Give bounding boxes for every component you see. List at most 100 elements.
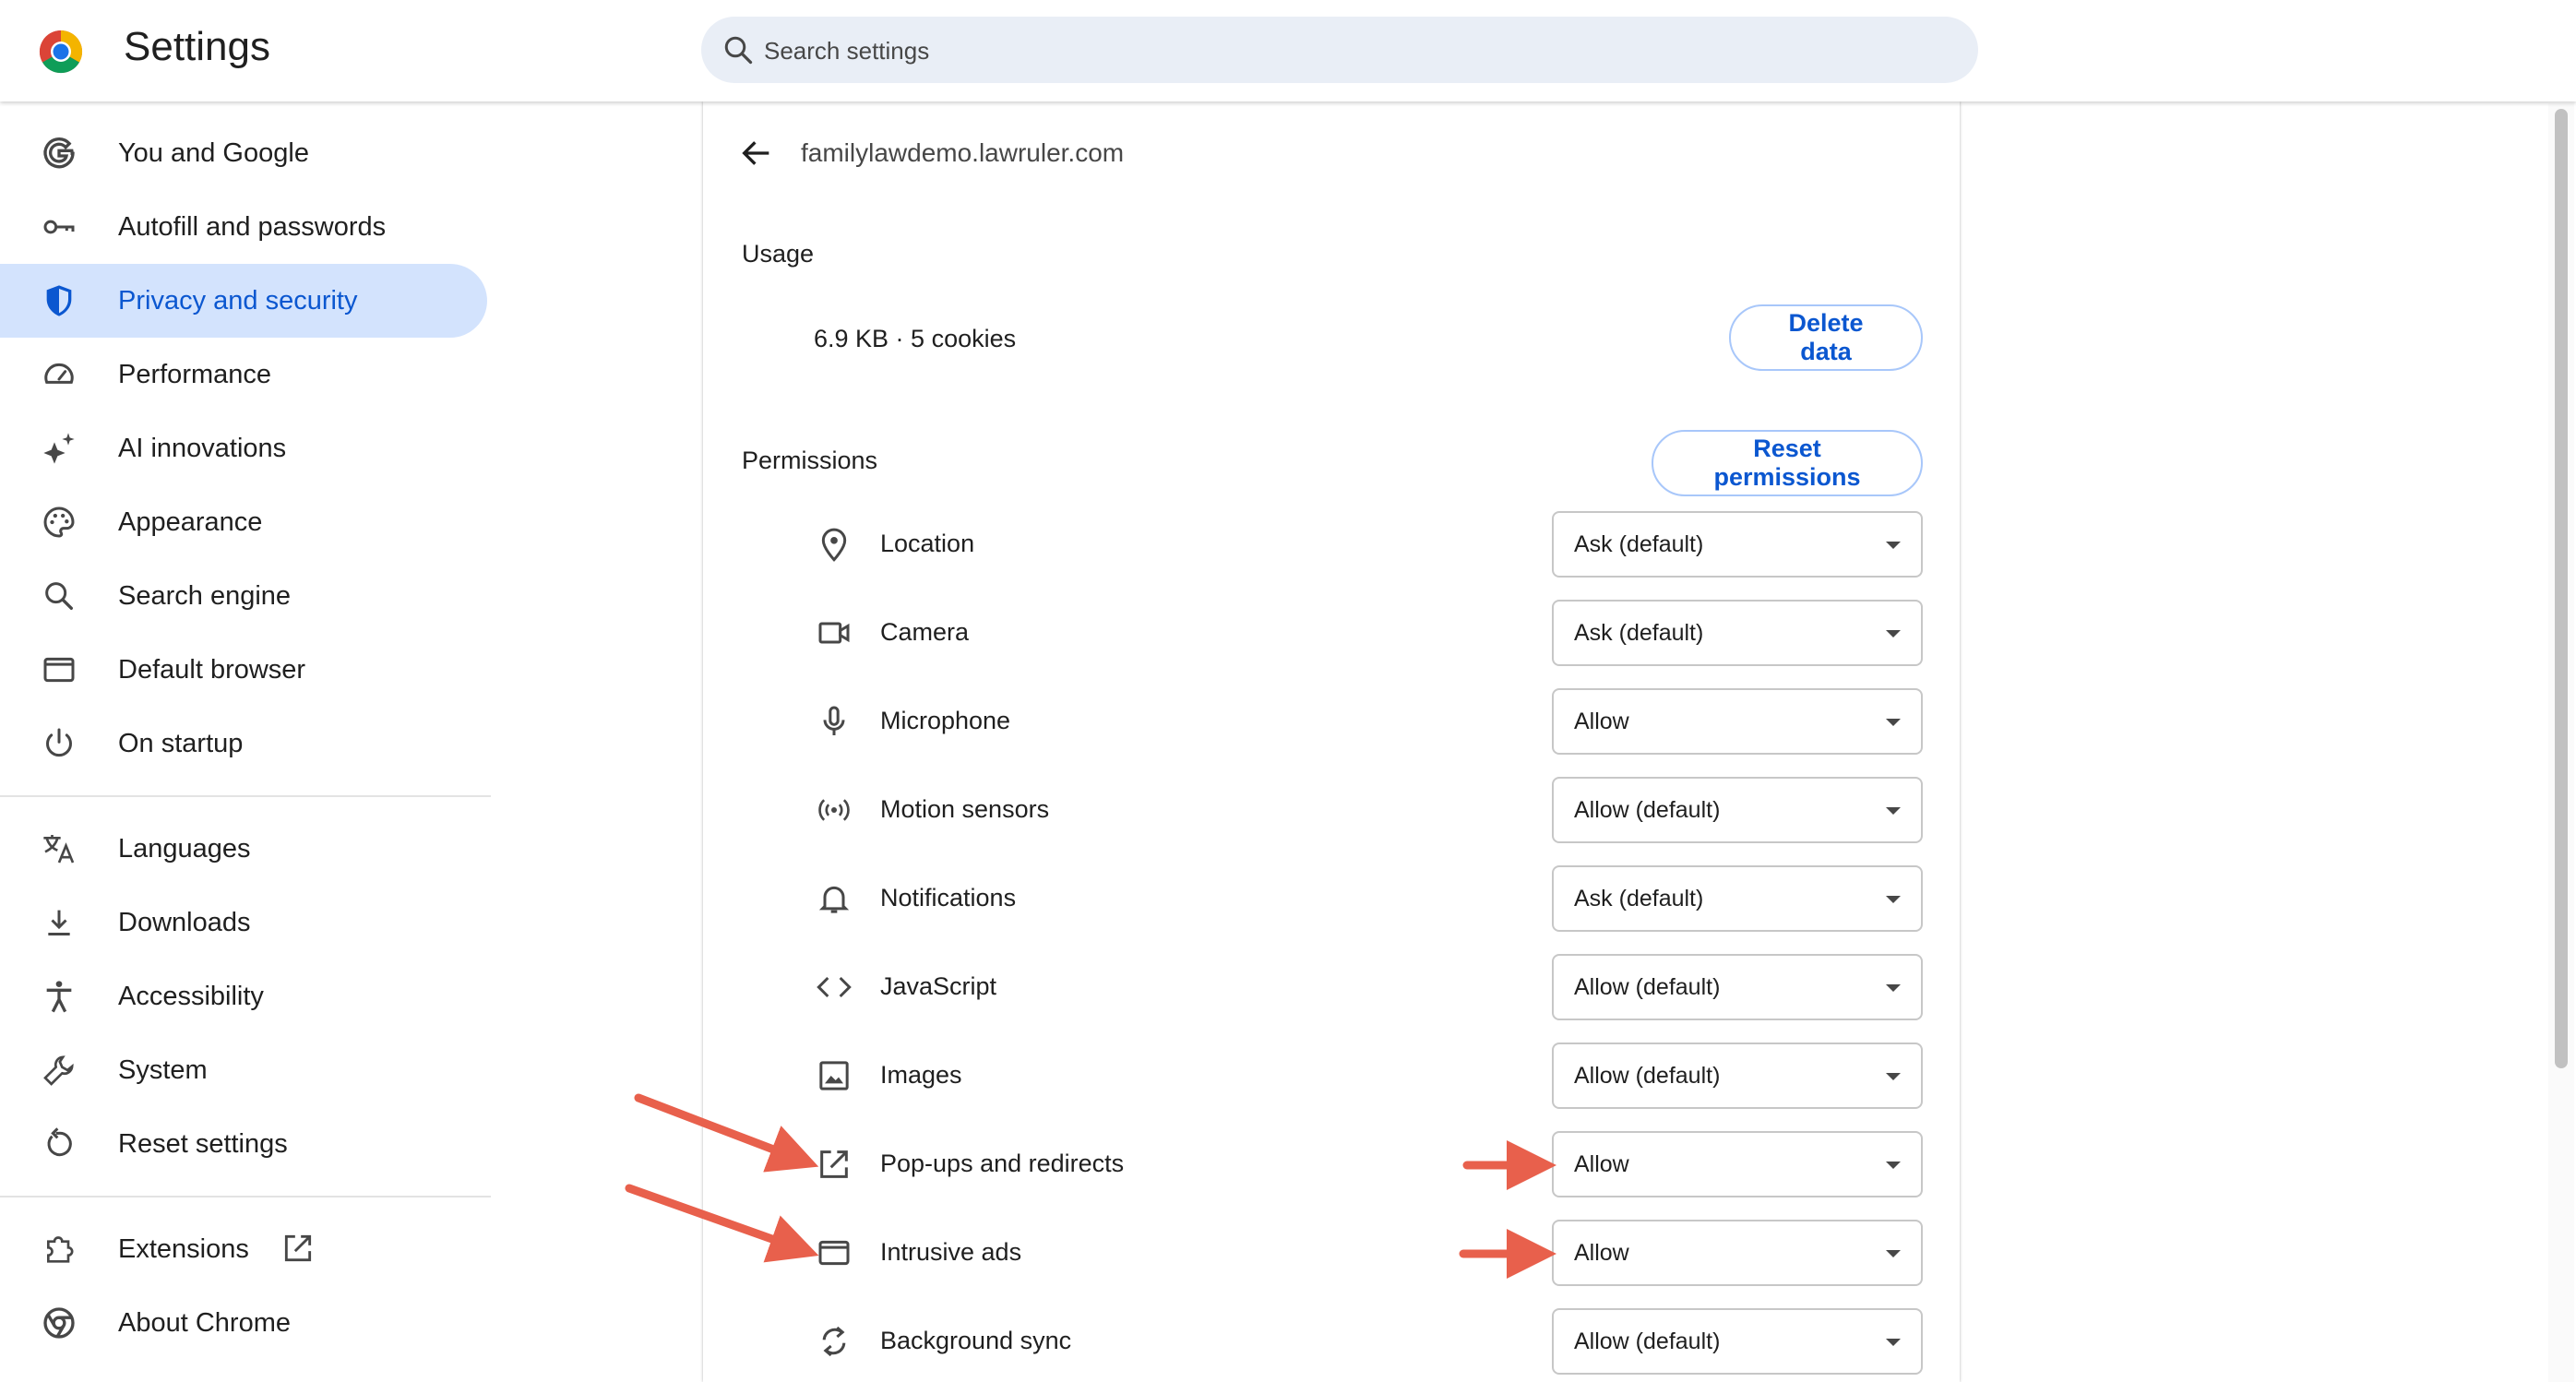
chevron-down-icon [1886,1073,1901,1080]
image-icon [819,1061,849,1090]
chevron-down-icon [1886,1162,1901,1169]
permission-select-intrusive-ads[interactable]: Allow [1552,1220,1923,1286]
sidebar-item-label: About Chrome [118,1308,291,1338]
sidebar-item-performance[interactable]: Performance [0,338,487,411]
sidebar-item-on-startup[interactable]: On startup [0,707,487,780]
permission-select-motion-sensors[interactable]: Allow (default) [1552,777,1923,843]
location-pin-icon [821,528,847,562]
sidebar-item-label: Languages [118,834,251,864]
open-external-icon [820,1150,848,1178]
sidebar-item-downloads[interactable]: Downloads [0,886,487,959]
sidebar-item-label: On startup [118,729,244,758]
search-icon [45,582,74,610]
permission-row-notifications: Notifications Ask (default) [703,854,1960,943]
ad-window-icon [818,1240,850,1266]
select-value: Allow [1574,709,1629,734]
scrollbar-thumb[interactable] [2555,109,2568,1068]
permission-select-microphone[interactable]: Allow [1552,688,1923,755]
permission-select-camera[interactable]: Ask (default) [1552,600,1923,666]
search-icon [724,36,753,65]
delete-data-button[interactable]: Delete data [1729,304,1923,371]
permission-select-popups[interactable]: Allow [1552,1131,1923,1197]
chevron-down-icon [1886,896,1901,903]
sidebar-item-label: Performance [118,360,272,389]
sidebar-item-accessibility[interactable]: Accessibility [0,959,487,1033]
sidebar-item-extensions[interactable]: Extensions [0,1212,487,1286]
permission-select-location[interactable]: Ask (default) [1552,511,1923,578]
power-icon [46,728,72,757]
select-value: Ask (default) [1574,620,1704,646]
site-origin: familylawdemo.lawruler.com [801,138,1125,167]
chevron-down-icon [1886,630,1901,637]
select-value: Allow (default) [1574,797,1721,823]
sparkle-icon [43,433,75,464]
sidebar-item-autofill[interactable]: Autofill and passwords [0,190,487,264]
permission-label: Microphone [880,707,1011,734]
speedometer-icon [44,363,74,384]
permission-select-images[interactable]: Allow (default) [1552,1042,1923,1109]
chevron-down-icon [1886,984,1901,992]
permission-row-images: Images Allow (default) [703,1031,1960,1120]
sync-icon [822,1326,846,1357]
sidebar-item-label: AI innovations [118,434,287,463]
sidebar-item-label: Appearance [118,507,263,537]
sidebar-item-reset-settings[interactable]: Reset settings [0,1107,487,1181]
permission-label: Notifications [880,884,1017,911]
sidebar-item-privacy-security[interactable]: Privacy and security [0,264,487,338]
permission-row-intrusive-ads: Intrusive ads Allow [703,1209,1960,1297]
chevron-down-icon [1886,719,1901,726]
chevron-down-icon [1886,542,1901,549]
sidebar-item-label: Default browser [118,655,306,685]
open-external-icon [284,1234,312,1262]
permission-row-microphone: Microphone Allow [703,677,1960,766]
camera-icon [818,622,850,644]
sidebar-item-system[interactable]: System [0,1033,487,1107]
sidebar-item-appearance[interactable]: Appearance [0,485,487,559]
sidebar-item-label: Autofill and passwords [118,212,387,242]
permissions-heading: Permissions [742,447,878,474]
permission-select-javascript[interactable]: Allow (default) [1552,954,1923,1020]
reset-icon [47,1127,72,1157]
sidebar-item-about-chrome[interactable]: About Chrome [0,1286,487,1360]
chevron-down-icon [1886,1250,1901,1257]
search-input[interactable]: Search settings [764,37,929,66]
select-value: Allow (default) [1574,1063,1721,1089]
app-title: Settings [124,24,270,69]
permission-label: Motion sensors [880,795,1050,823]
usage-value: 6.9 KB · 5 cookies [814,325,1017,352]
sidebar-divider [0,795,491,797]
sidebar-item-search-engine[interactable]: Search engine [0,559,487,633]
permission-label: Images [880,1061,962,1089]
permission-row-popups: Pop-ups and redirects Allow [703,1120,1960,1209]
sidebar-item-label: Reset settings [118,1129,288,1159]
sidebar-item-you-and-google[interactable]: You and Google [0,116,487,190]
sidebar-item-default-browser[interactable]: Default browser [0,633,487,707]
permission-select-notifications[interactable]: Ask (default) [1552,865,1923,932]
accessibility-icon [46,981,72,1013]
permission-label: Pop-ups and redirects [880,1150,1125,1177]
select-value: Allow [1574,1151,1629,1177]
search-bar[interactable]: Search settings [701,17,1978,83]
sidebar-item-label: Privacy and security [118,286,358,316]
sidebar-item-ai-innovations[interactable]: AI innovations [0,411,487,485]
shield-icon [46,285,72,316]
reset-permissions-button[interactable]: Reset permissions [1652,430,1923,496]
back-arrow-icon[interactable] [738,135,775,172]
site-details-card: familylawdemo.lawruler.com Usage 6.9 KB … [703,101,1960,1382]
key-icon [43,220,75,234]
permission-label: JavaScript [880,972,997,1000]
palette-icon [43,506,75,538]
permission-label: Intrusive ads [880,1238,1022,1266]
microphone-icon [823,706,845,735]
select-value: Ask (default) [1574,886,1704,911]
translate-icon [43,835,75,864]
sidebar-item-label: Search engine [118,581,292,611]
chevron-down-icon [1886,807,1901,815]
permission-row-javascript: JavaScript Allow (default) [703,943,1960,1031]
permission-label: Location [880,530,975,557]
sidebar-item-languages[interactable]: Languages [0,812,487,886]
permission-select-background-sync[interactable]: Allow (default) [1552,1308,1923,1375]
sidebar-item-label: Extensions [118,1234,249,1264]
header: Settings Search settings [0,0,2576,101]
permission-row-motion-sensors: Motion sensors Allow (default) [703,766,1960,854]
